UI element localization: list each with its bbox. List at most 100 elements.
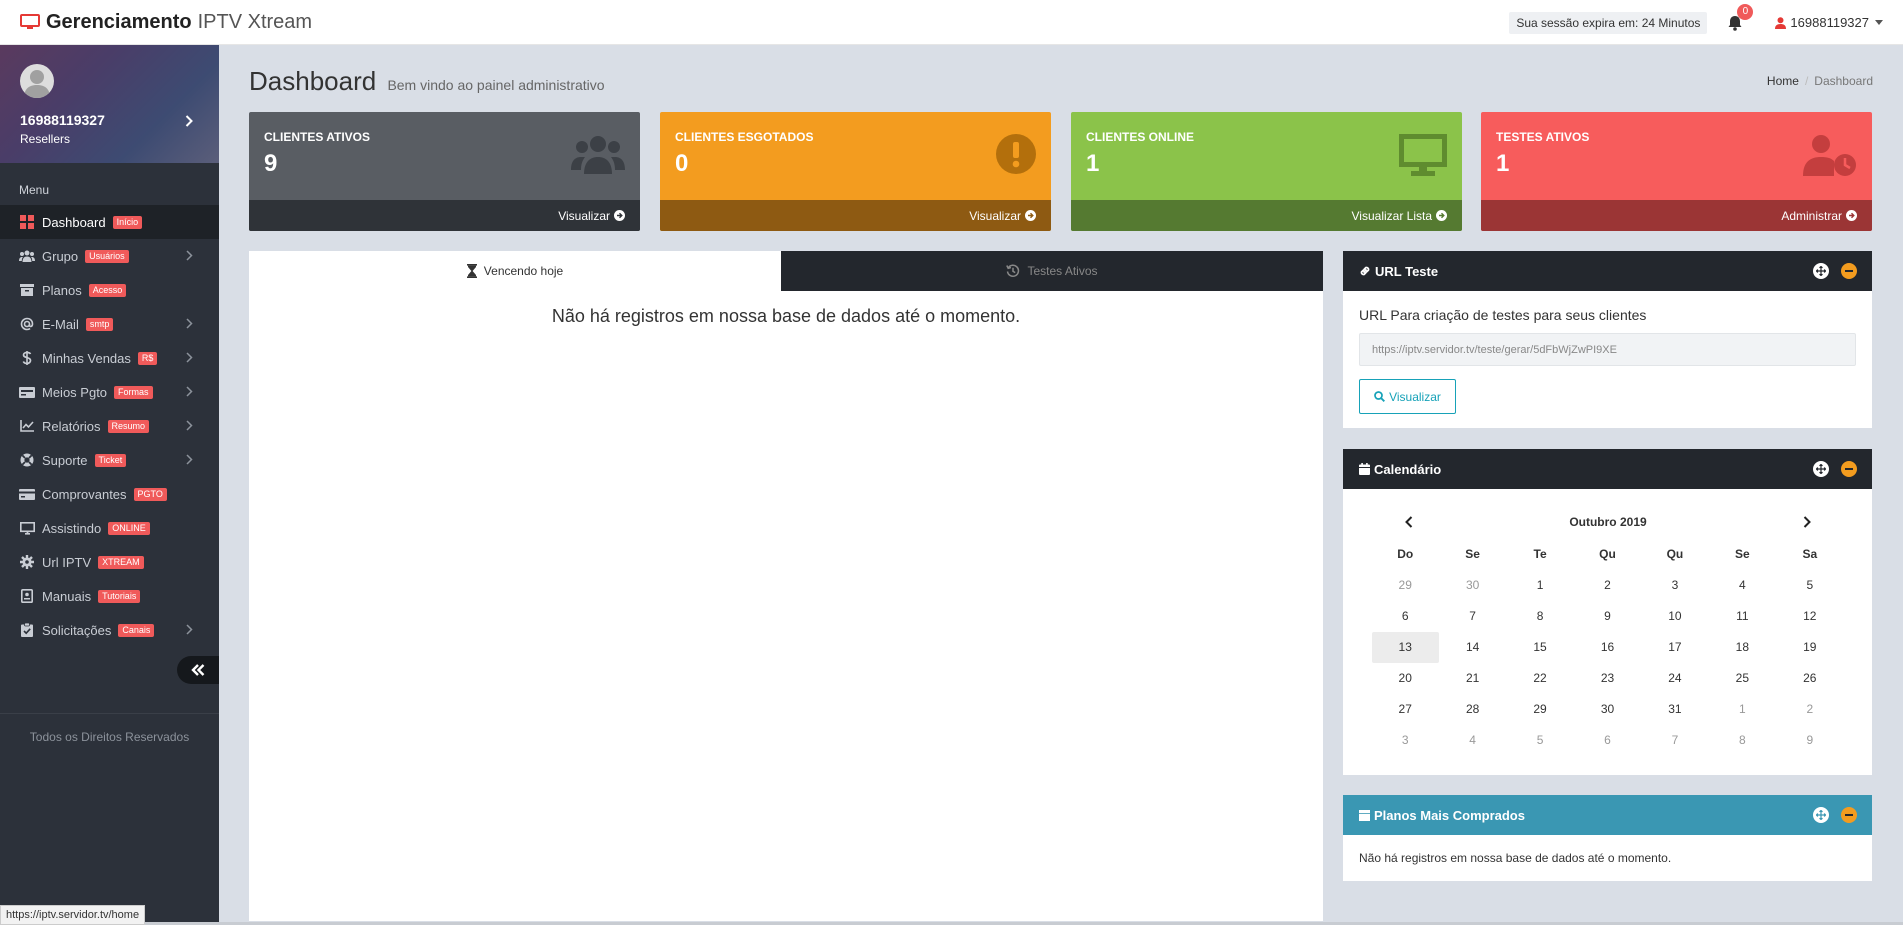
sidebar-item-label: Assistindo xyxy=(42,520,102,536)
calendar-day[interactable]: 22 xyxy=(1506,663,1573,694)
calendar-day[interactable]: 2 xyxy=(1574,570,1641,601)
calendar-day[interactable]: 11 xyxy=(1709,601,1776,632)
calendar-day[interactable]: 12 xyxy=(1776,601,1843,632)
sidebar-item-minhas-vendas[interactable]: Minhas Vendas R$ xyxy=(0,341,219,375)
expand-button[interactable] xyxy=(1813,461,1829,477)
calendar-day[interactable]: 1 xyxy=(1709,694,1776,725)
tab-testes-ativos[interactable]: Testes Ativos xyxy=(781,251,1323,291)
calendar-day[interactable]: 27 xyxy=(1372,694,1439,725)
calendar-day[interactable]: 3 xyxy=(1372,725,1439,756)
sidebar-item-dashboard[interactable]: Dashboard Início xyxy=(0,205,219,239)
expand-button[interactable] xyxy=(1813,807,1829,823)
sidebar-item-label: E-Mail xyxy=(42,316,79,332)
collapse-button[interactable] xyxy=(1841,263,1857,279)
sidebar-item-relatorios[interactable]: Relatórios Resumo xyxy=(0,409,219,443)
arrow-circle-right-icon xyxy=(1846,210,1857,221)
calendar-day[interactable]: 8 xyxy=(1506,601,1573,632)
box-header: Calendário xyxy=(1343,449,1872,489)
calendar-day[interactable]: 14 xyxy=(1439,632,1506,663)
user-menu[interactable]: 16988119327 xyxy=(1775,15,1883,30)
calendar-day[interactable]: 29 xyxy=(1506,694,1573,725)
chevron-right-icon xyxy=(186,386,193,397)
notifications-badge: 0 xyxy=(1737,3,1754,20)
notifications-button[interactable]: 0 xyxy=(1725,3,1754,33)
stat-footer-link[interactable]: Visualizar xyxy=(660,200,1051,231)
sidebar-item-comprovantes[interactable]: Comprovantes PGTO xyxy=(0,477,219,511)
at-icon xyxy=(19,317,35,331)
calendar-day[interactable]: 30 xyxy=(1574,694,1641,725)
users-icon xyxy=(19,249,35,263)
calendar-icon xyxy=(1359,463,1370,475)
sidebar-item-url-iptv[interactable]: Url IPTV XTREAM xyxy=(0,545,219,579)
sidebar-item-tag: Início xyxy=(112,215,143,229)
url-teste-field[interactable]: https://iptv.servidor.tv/teste/gerar/5dF… xyxy=(1359,333,1856,366)
calendar-day[interactable]: 16 xyxy=(1574,632,1641,663)
sidebar-item-grupo[interactable]: Grupo Usuários xyxy=(0,239,219,273)
collapse-button[interactable] xyxy=(1841,461,1857,477)
calendar-day[interactable]: 10 xyxy=(1641,601,1708,632)
calendar-day[interactable]: 5 xyxy=(1776,570,1843,601)
calendar-day[interactable]: 29 xyxy=(1372,570,1439,601)
calendar-day[interactable]: 2 xyxy=(1776,694,1843,725)
stat-card-clientes-online: CLIENTES ONLINE 1 Visualizar Lista xyxy=(1071,112,1462,231)
calendar-day[interactable]: 8 xyxy=(1709,725,1776,756)
sidebar-collapse-button[interactable] xyxy=(177,656,219,684)
calendar-day[interactable]: 9 xyxy=(1574,601,1641,632)
calendar-day[interactable]: 7 xyxy=(1439,601,1506,632)
calendar-day[interactable]: 3 xyxy=(1641,570,1708,601)
next-month-button[interactable] xyxy=(1803,516,1812,528)
calendar-day[interactable]: 31 xyxy=(1641,694,1708,725)
book-icon xyxy=(19,589,35,603)
calendar-day[interactable]: 30 xyxy=(1439,570,1506,601)
visualizar-button[interactable]: Visualizar xyxy=(1359,379,1456,414)
sidebar-item-assistindo[interactable]: Assistindo ONLINE xyxy=(0,511,219,545)
calendar-day[interactable]: 18 xyxy=(1709,632,1776,663)
tab-vencendo-hoje[interactable]: Vencendo hoje xyxy=(249,251,781,291)
prev-month-button[interactable] xyxy=(1404,516,1413,528)
calendar: Outubro 2019 Do Se Te Qu Qu Se Sa 29 30 1 2 3 4 5 6 7 8 9… xyxy=(1371,511,1844,756)
stat-link-label: Visualizar Lista xyxy=(1351,208,1432,223)
status-bar-url: https://iptv.servidor.tv/home xyxy=(0,905,146,925)
calendar-day[interactable]: 4 xyxy=(1709,570,1776,601)
calendar-day[interactable]: 5 xyxy=(1506,725,1573,756)
calendar-day[interactable]: 9 xyxy=(1776,725,1843,756)
calendar-day[interactable]: 25 xyxy=(1709,663,1776,694)
calendar-day[interactable]: 7 xyxy=(1641,725,1708,756)
calendar-day[interactable]: 19 xyxy=(1776,632,1843,663)
sidebar-item-suporte[interactable]: Suporte Ticket xyxy=(0,443,219,477)
stat-footer-link[interactable]: Administrar xyxy=(1481,200,1872,231)
collapse-button[interactable] xyxy=(1841,807,1857,823)
calendar-day[interactable]: 26 xyxy=(1776,663,1843,694)
credit-card-icon xyxy=(19,487,35,501)
stat-footer-link[interactable]: Visualizar Lista xyxy=(1071,200,1462,231)
calendar-day[interactable]: 4 xyxy=(1439,725,1506,756)
calendar-day[interactable]: 6 xyxy=(1372,601,1439,632)
calendar-day[interactable]: 24 xyxy=(1641,663,1708,694)
sidebar-item-label: Url IPTV xyxy=(42,554,92,570)
calendar-day[interactable]: 21 xyxy=(1439,663,1506,694)
expiring-panel: Vencendo hoje Testes Ativos Não há regis… xyxy=(249,251,1323,921)
sidebar-item-solicitacoes[interactable]: Solicitações Canais xyxy=(0,613,219,647)
calendar-day[interactable]: 28 xyxy=(1439,694,1506,725)
sidebar-item-planos[interactable]: Planos Acesso xyxy=(0,273,219,307)
sidebar-item-manuais[interactable]: Manuais Tutoriais xyxy=(0,579,219,613)
calendar-day[interactable]: 15 xyxy=(1506,632,1573,663)
brand-logo[interactable]: Gerenciamento IPTV Xtream xyxy=(20,11,312,34)
calendar-day[interactable]: 17 xyxy=(1641,632,1708,663)
sidebar-item-email[interactable]: E-Mail smtp xyxy=(0,307,219,341)
desktop-icon xyxy=(1399,134,1447,176)
calendar-day[interactable]: 1 xyxy=(1506,570,1573,601)
sidebar-item-meios-pgto[interactable]: Meios Pgto Formas xyxy=(0,375,219,409)
arrow-circle-right-icon xyxy=(1436,210,1447,221)
dollar-icon xyxy=(19,351,35,365)
breadcrumb-home[interactable]: Home xyxy=(1767,74,1799,88)
expand-button[interactable] xyxy=(1813,263,1829,279)
stat-footer-link[interactable]: Visualizar xyxy=(249,200,640,231)
sidebar-item-tag: ONLINE xyxy=(108,521,150,535)
calendar-day[interactable]: 23 xyxy=(1574,663,1641,694)
sidebar-profile[interactable]: 16988119327 Resellers xyxy=(0,45,219,163)
calendar-day[interactable]: 20 xyxy=(1372,663,1439,694)
calendar-day[interactable]: 6 xyxy=(1574,725,1641,756)
calendar-day[interactable]: 13 xyxy=(1371,632,1439,663)
minus-icon xyxy=(1845,468,1853,470)
